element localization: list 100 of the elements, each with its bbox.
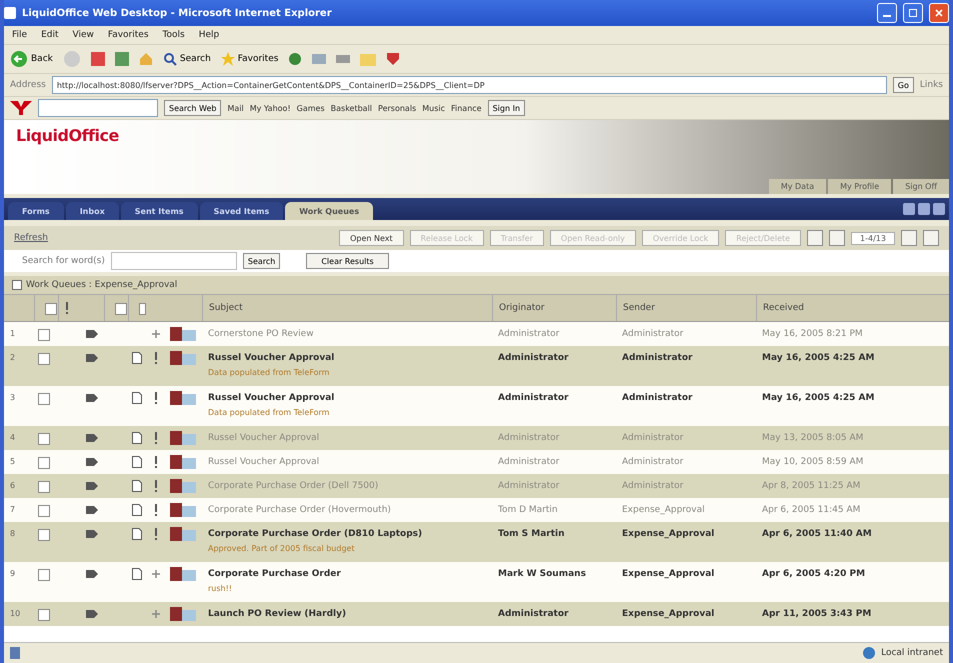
logo: LiquidOffice	[16, 126, 120, 145]
column-header[interactable]: Originator	[492, 295, 616, 321]
next-page-button[interactable]	[901, 230, 917, 246]
search-button[interactable]: Search	[242, 253, 280, 269]
document-icon	[132, 504, 142, 516]
close-button[interactable]	[929, 3, 949, 23]
go-button[interactable]: Go	[892, 77, 914, 93]
toolbar-link[interactable]: My Yahoo!	[250, 104, 291, 112]
row-checkbox[interactable]	[38, 609, 50, 621]
tag-icon	[86, 354, 98, 362]
menu-item[interactable]: File	[12, 30, 28, 40]
yahoo-search-field[interactable]	[38, 99, 158, 117]
table-cell-text: Expense_Approval	[621, 528, 716, 541]
row-checkbox[interactable]	[38, 505, 50, 517]
previous-page-button[interactable]	[829, 230, 846, 246]
toolbar-link[interactable]: Finance	[450, 104, 482, 112]
exclamation-icon	[154, 432, 158, 444]
header-link[interactable]: My Profile	[828, 179, 892, 194]
subject-link[interactable]: Corporate Purchase Order	[202, 567, 492, 581]
address-label: Address	[10, 80, 46, 90]
action-button[interactable]: Open Next	[339, 230, 404, 246]
maximize-button[interactable]	[903, 3, 923, 23]
exclamation-icon	[154, 480, 158, 492]
search-button[interactable]: Search	[162, 52, 211, 66]
toolbar-link[interactable]: Personals	[378, 104, 416, 112]
form-icon	[170, 351, 198, 365]
form-icon	[170, 391, 198, 405]
clear-results-button[interactable]: Clear Results	[306, 253, 389, 269]
exclamation-icon[interactable]	[65, 302, 69, 314]
plus-icon	[152, 610, 160, 618]
table-cell-text: May 16, 2005 4:25 AM	[761, 352, 876, 365]
toolbar-link[interactable]: Games	[296, 104, 325, 112]
refresh-link[interactable]: Refresh	[14, 233, 48, 243]
last-page-button[interactable]	[923, 230, 939, 246]
row-checkbox[interactable]	[38, 329, 50, 341]
document-icon	[132, 432, 142, 444]
column-header[interactable]: Received	[756, 295, 949, 321]
menu-item[interactable]: Edit	[41, 30, 58, 40]
star-icon	[220, 52, 235, 66]
exclamation-icon	[154, 352, 158, 364]
row-checkbox[interactable]	[38, 457, 50, 469]
exclamation-icon	[154, 504, 158, 516]
table-cell-text: Apr 6, 2005 4:20 PM	[761, 568, 866, 581]
plus-icon	[152, 570, 160, 578]
row-number: 4	[9, 432, 16, 444]
form-icon	[170, 527, 198, 541]
table-cell-text: May 10, 2005 8:59 AM	[761, 456, 864, 469]
table-cell-text: May 13, 2005 8:05 AM	[761, 432, 864, 445]
address-field[interactable]: http://localhost:8080/lfserver?DPS__Action=ContainerGetContent&DPS__ContainerID=25&DPS__Client=DP	[52, 76, 887, 94]
row-note: Data populated from TeleForm	[207, 407, 330, 419]
menu-item[interactable]: View	[72, 30, 94, 40]
subject-link[interactable]: Launch PO Review (Hardly)	[202, 607, 492, 621]
form-icon	[170, 479, 198, 493]
subject-link[interactable]: Corporate Purchase Order (D810 Laptops)	[202, 527, 492, 541]
column-header[interactable]: Sender	[616, 295, 756, 321]
tag-icon	[86, 458, 98, 466]
menu-item[interactable]: Help	[198, 30, 220, 40]
toolbar-link[interactable]: Music	[422, 104, 445, 112]
row-number: 1	[9, 328, 16, 340]
row-checkbox[interactable]	[38, 353, 50, 365]
sign-in-button[interactable]: Sign In	[488, 100, 526, 116]
row-checkbox[interactable]	[38, 529, 50, 541]
row-note: rush!!	[207, 583, 234, 595]
header-link[interactable]: Sign Off	[893, 179, 949, 194]
row-checkbox[interactable]	[38, 481, 50, 493]
row-checkbox[interactable]	[38, 569, 50, 581]
form-icon	[170, 431, 198, 445]
first-page-button[interactable]	[807, 230, 824, 246]
table-cell-text: Apr 11, 2005 3:43 PM	[761, 608, 872, 621]
search-field[interactable]	[110, 252, 237, 270]
toolbar-link[interactable]: Mail	[227, 104, 244, 112]
back-button[interactable]: Back	[10, 50, 53, 68]
tag-icon	[86, 434, 98, 442]
tag-icon	[86, 394, 98, 402]
subject-link[interactable]: Russel Voucher Approval	[202, 351, 492, 365]
row-number: 3	[9, 392, 16, 404]
tab[interactable]: Sent Items	[120, 202, 198, 220]
exclamation-icon	[154, 456, 158, 468]
search-web-button[interactable]: Search Web	[164, 100, 222, 116]
menu-item[interactable]: Favorites	[108, 30, 149, 40]
document-icon	[132, 352, 142, 364]
tab[interactable]: Inbox	[66, 202, 119, 220]
favorites-button[interactable]: Favorites	[220, 52, 278, 66]
window-title: LiquidOffice Web Desktop - Microsoft Internet Explorer	[22, 8, 333, 18]
menu-item[interactable]: Tools	[162, 30, 185, 40]
table-cell-text: May 16, 2005 8:21 PM	[761, 328, 864, 341]
select-all-checkbox[interactable]	[45, 303, 57, 315]
tab[interactable]: Saved Items	[200, 202, 284, 220]
tab[interactable]: Work Queues	[285, 202, 374, 220]
links-label[interactable]: Links	[920, 80, 943, 90]
tab[interactable]: Forms	[8, 202, 64, 220]
row-checkbox[interactable]	[38, 433, 50, 445]
column-header[interactable]: Subject	[202, 295, 492, 321]
header-link[interactable]: My Data	[768, 179, 826, 194]
row-checkbox[interactable]	[38, 393, 50, 405]
toolbar-link[interactable]: Basketball	[330, 104, 372, 112]
minimize-button[interactable]	[877, 3, 897, 23]
subject-link[interactable]: Russel Voucher Approval	[202, 391, 492, 405]
tag-icon	[86, 482, 98, 490]
document-icon	[132, 480, 142, 492]
